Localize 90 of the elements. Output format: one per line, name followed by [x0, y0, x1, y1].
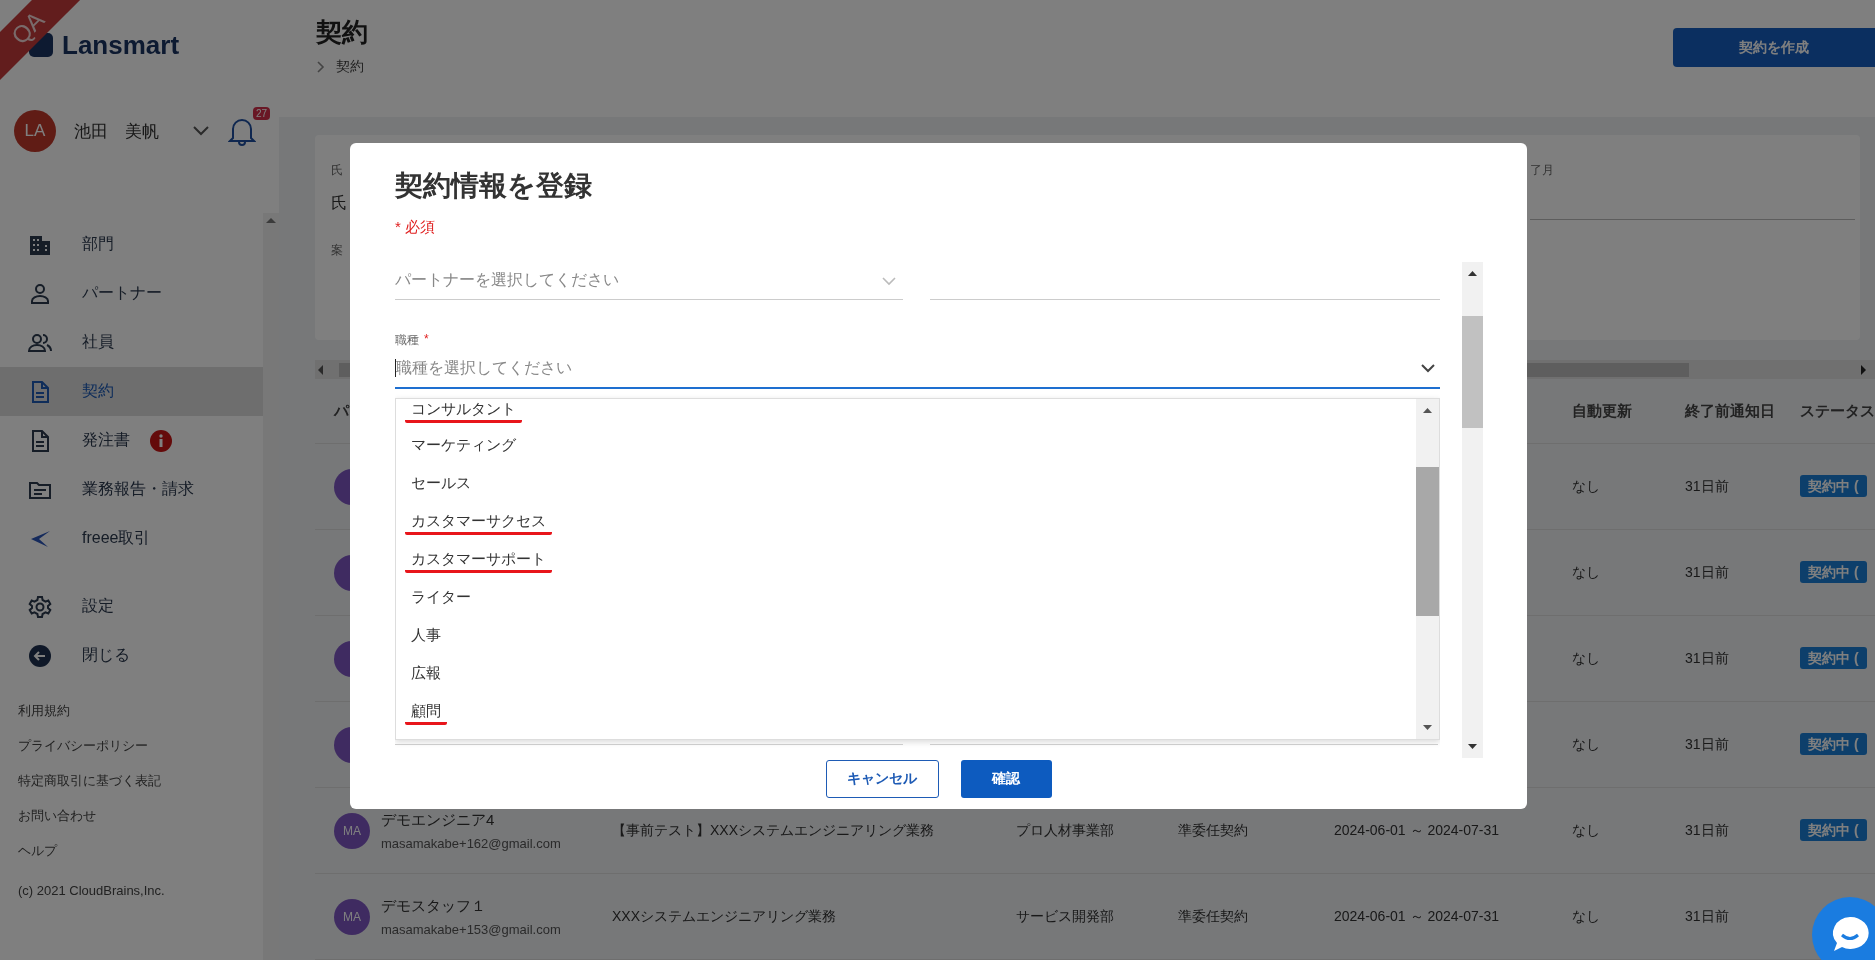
scrollbar[interactable]: [1462, 262, 1483, 758]
copyright: (c) 2021 CloudBrains,Inc.: [18, 882, 166, 900]
dropdown-option[interactable]: セールス: [396, 473, 1416, 511]
logo[interactable]: Lansmart: [62, 29, 180, 61]
dropdown-option[interactable]: マーケティング: [396, 435, 1416, 473]
person-icon: [28, 281, 52, 306]
person-name: デモスタッフ１: [381, 896, 487, 916]
nav-item[interactable]: freee取引: [0, 514, 263, 563]
required-note: * 必須: [395, 217, 435, 237]
email: masamakabe+162@gmail.com: [381, 835, 561, 851]
table-cell: 31日前: [1685, 735, 1729, 752]
nav-item[interactable]: パートナー: [0, 269, 263, 318]
breadcrumb[interactable]: 契約: [336, 58, 364, 76]
nav-item[interactable]: 社員: [0, 318, 263, 367]
column-header: 終了前通知日: [1685, 401, 1776, 421]
table-cell: 【事前テスト】XXXシステムエンジニアリング業務: [612, 821, 934, 838]
table-cell: 準委任契約: [1178, 821, 1248, 838]
table-cell: 31日前: [1685, 821, 1729, 838]
table-cell: なし: [1572, 821, 1600, 838]
dropdown-option[interactable]: 広報: [396, 663, 1416, 701]
field-label: 職種: [395, 332, 419, 349]
footer-link[interactable]: お問い合わせ: [18, 798, 96, 833]
nav-item[interactable]: 契約: [0, 367, 263, 416]
dropdown-option[interactable]: 人事: [396, 625, 1416, 663]
table-cell: なし: [1572, 563, 1600, 580]
status-badge: 契約中 (: [1800, 818, 1867, 841]
column-header: パ: [334, 401, 349, 421]
email: masamakabe+153@gmail.com: [381, 921, 561, 937]
dropdown-option[interactable]: カスタマーサポート: [396, 549, 1416, 587]
settings-icon: [28, 594, 52, 619]
job-select[interactable]: 職種を選択してください: [395, 349, 1440, 389]
table-cell: なし: [1572, 649, 1600, 666]
dropdown-option[interactable]: コンサルタント: [396, 399, 1416, 435]
column-header: ステータス: [1800, 401, 1875, 421]
nav-item[interactable]: 設定: [0, 582, 263, 631]
page-title: 契約: [316, 16, 368, 49]
footer-link[interactable]: プライバシーポリシー: [18, 728, 148, 763]
bell-icon[interactable]: [228, 116, 256, 146]
dropdown-option[interactable]: ライター: [396, 587, 1416, 625]
required-mark: *: [424, 332, 429, 348]
table-cell: 2024-06-01 ～ 2024-07-31: [1334, 821, 1499, 838]
avatar: MA: [334, 812, 370, 849]
user-avatar[interactable]: LA: [14, 110, 56, 152]
dropdown-option[interactable]: カスタマーサクセス: [396, 511, 1416, 549]
confirm-button[interactable]: 確認: [960, 760, 1052, 798]
nav-item[interactable]: 発注書: [0, 416, 263, 465]
chevron-down-icon: [1420, 363, 1436, 373]
avatar: MA: [334, 898, 370, 935]
dialog-title: 契約情報を登録: [395, 169, 592, 203]
field-value[interactable]: 氏: [331, 193, 347, 214]
person-name: デモエンジニア4: [381, 810, 496, 830]
user-name: 池田 美帆: [74, 120, 160, 143]
status-badge: 契約中 (: [1800, 732, 1867, 755]
status-badge: 契約中 (: [1800, 474, 1867, 497]
notification-count: 27: [252, 107, 270, 120]
table-cell: なし: [1572, 477, 1600, 494]
table-cell: 31日前: [1685, 907, 1729, 924]
status-badge: 契約中 (: [1800, 560, 1867, 583]
scroll-thumb[interactable]: [1462, 316, 1483, 428]
footer-link[interactable]: ヘルプ: [18, 833, 57, 868]
chevron-down-icon[interactable]: [192, 125, 210, 137]
create-button[interactable]: 契約を作成: [1673, 28, 1875, 67]
scroll-thumb[interactable]: [1416, 467, 1439, 616]
table-cell: 31日前: [1685, 563, 1729, 580]
partner-select[interactable]: パートナーを選択してください: [395, 262, 903, 300]
chevron-down-icon: [881, 275, 897, 286]
field-label: 案: [331, 242, 344, 259]
field-label: 氏: [331, 162, 344, 179]
table-cell: 31日前: [1685, 477, 1729, 494]
table-cell: なし: [1572, 907, 1600, 924]
scrollbar[interactable]: [1416, 399, 1439, 739]
dropdown-option[interactable]: 顧問: [396, 701, 1416, 739]
nav-item[interactable]: 業務報告・請求: [0, 465, 263, 514]
nav-item[interactable]: 閉じる: [0, 631, 263, 680]
table-cell: XXXシステムエンジニアリング業務: [612, 907, 836, 924]
table-cell: サービス開発部: [1016, 907, 1114, 924]
table-cell: プロ人材事業部: [1016, 821, 1114, 838]
table-cell: 準委任契約: [1178, 907, 1248, 924]
table-cell: なし: [1572, 735, 1600, 752]
footer-link[interactable]: 利用規約: [18, 693, 70, 728]
column-header: 自動更新: [1572, 401, 1633, 421]
cancel-button[interactable]: キャンセル: [825, 760, 939, 798]
scrollbar[interactable]: [263, 213, 279, 960]
field-label: 了月: [1530, 162, 1555, 179]
nav-item[interactable]: 部門: [0, 220, 263, 269]
table-cell: 2024-06-01 ～ 2024-07-31: [1334, 907, 1499, 924]
status-badge: 契約中 (: [1800, 646, 1867, 669]
chevron-right-icon: [316, 60, 326, 74]
footer-link[interactable]: 特定商取引に基づく表記: [18, 763, 161, 798]
table-cell: 31日前: [1685, 649, 1729, 666]
